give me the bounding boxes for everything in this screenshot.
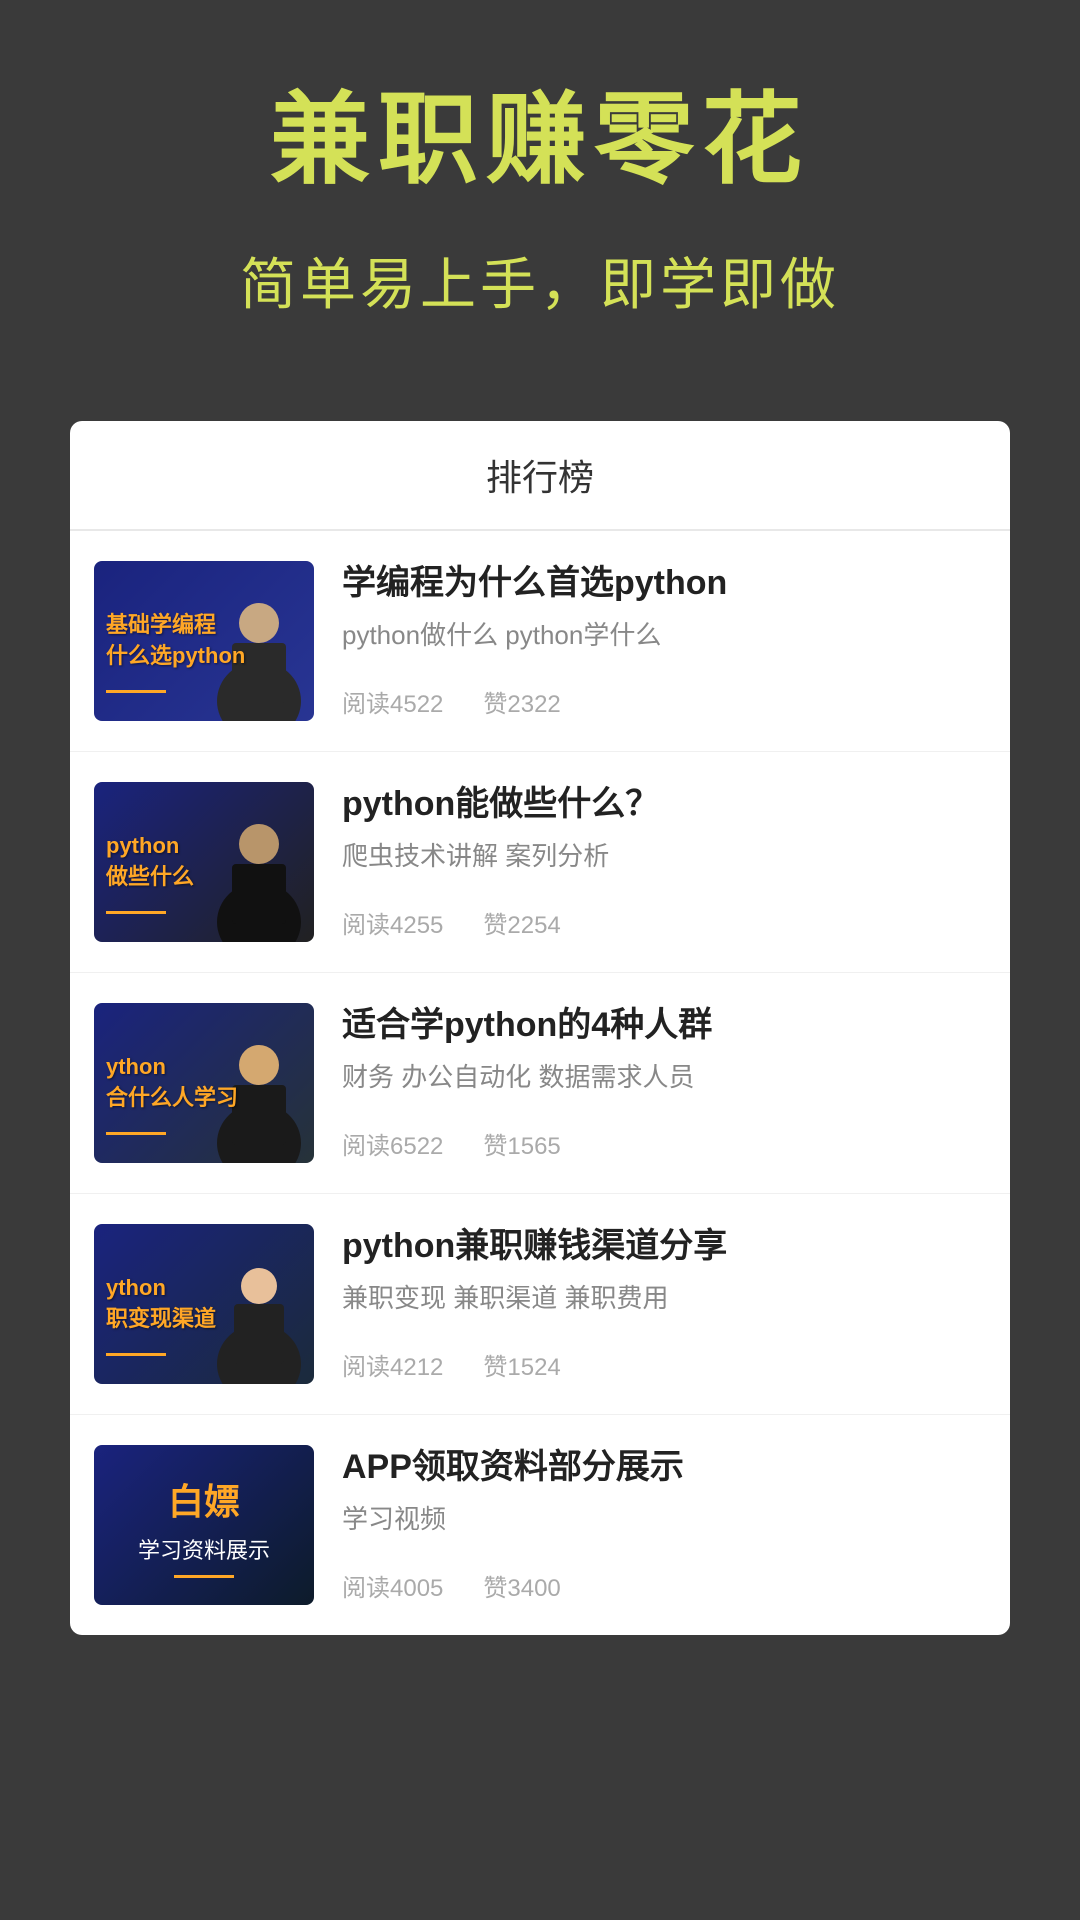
item-content-4: python兼职赚钱渠道分享 兼职变现 兼职渠道 兼职费用 阅读4212 赞15… bbox=[314, 1224, 986, 1382]
thumb-person-4 bbox=[204, 1244, 314, 1384]
thumbnail-1: 基础学编程什么选python bbox=[94, 561, 314, 721]
item-tags-4: 兼职变现 兼职渠道 兼职费用 bbox=[342, 1280, 986, 1316]
thumbnail-5: 白嫖 学习资料展示 bbox=[94, 1445, 314, 1605]
thumb-underline-1 bbox=[106, 690, 166, 693]
item-title-2: python能做些什么？ bbox=[342, 782, 986, 826]
ranking-card: 排行榜 基础学编程什么选python 学编程为什么首选python python… bbox=[70, 421, 1010, 1635]
thumb-5-content: 白嫖 学习资料展示 bbox=[138, 1473, 270, 1578]
thumb-5-underline bbox=[174, 1575, 234, 1578]
likes-5: 赞3400 bbox=[483, 1568, 560, 1603]
reads-1: 阅读4522 bbox=[342, 684, 443, 719]
thumb-text-4: ython职变现渠道 bbox=[106, 1273, 216, 1335]
item-content-1: 学编程为什么首选python python做什么 python学什么 阅读452… bbox=[314, 561, 986, 719]
thumb-text-3: ython合什么人学习 bbox=[106, 1052, 238, 1114]
likes-1: 赞2322 bbox=[483, 684, 560, 719]
item-stats-3: 阅读6522 赞1565 bbox=[342, 1126, 986, 1161]
reads-2: 阅读4255 bbox=[342, 905, 443, 940]
thumb-text-1: 基础学编程什么选python bbox=[106, 610, 245, 672]
item-content-3: 适合学python的4种人群 财务 办公自动化 数据需求人员 阅读6522 赞1… bbox=[314, 1003, 986, 1161]
item-content-5: APP领取资料部分展示 学习视频 阅读4005 赞3400 bbox=[314, 1445, 986, 1603]
list-item[interactable]: ython职变现渠道 python兼职赚钱渠道分享 兼职变现 兼职渠道 兼职费用… bbox=[70, 1194, 1010, 1415]
likes-2: 赞2254 bbox=[483, 905, 560, 940]
item-tags-1: python做什么 python学什么 bbox=[342, 617, 986, 653]
list-item[interactable]: ython合什么人学习 适合学python的4种人群 财务 办公自动化 数据需求… bbox=[70, 973, 1010, 1194]
sub-title: 简单易上手，即学即做 bbox=[240, 240, 840, 321]
list-item[interactable]: python做些什么 python能做些什么？ 爬虫技术讲解 案列分析 阅读42… bbox=[70, 752, 1010, 973]
reads-5: 阅读4005 bbox=[342, 1568, 443, 1603]
item-tags-5: 学习视频 bbox=[342, 1501, 986, 1537]
thumb-5-title: 白嫖 bbox=[168, 1473, 240, 1525]
main-title: 兼职赚零花 bbox=[270, 80, 810, 200]
thumb-text-2: python做些什么 bbox=[106, 831, 194, 893]
thumb-underline-2 bbox=[106, 911, 166, 914]
thumbnail-2: python做些什么 bbox=[94, 782, 314, 942]
list-item[interactable]: 基础学编程什么选python 学编程为什么首选python python做什么 … bbox=[70, 531, 1010, 752]
item-stats-5: 阅读4005 赞3400 bbox=[342, 1568, 986, 1603]
ranking-header: 排行榜 bbox=[70, 421, 1010, 531]
thumbnail-4: ython职变现渠道 bbox=[94, 1224, 314, 1384]
thumb-underline-4 bbox=[106, 1353, 166, 1356]
likes-4: 赞1524 bbox=[483, 1347, 560, 1382]
ranking-header-text: 排行榜 bbox=[486, 457, 594, 498]
item-stats-2: 阅读4255 赞2254 bbox=[342, 905, 986, 940]
likes-3: 赞1565 bbox=[483, 1126, 560, 1161]
list-item[interactable]: 白嫖 学习资料展示 APP领取资料部分展示 学习视频 阅读4005 赞3400 bbox=[70, 1415, 1010, 1635]
reads-4: 阅读4212 bbox=[342, 1347, 443, 1382]
item-stats-1: 阅读4522 赞2322 bbox=[342, 684, 986, 719]
thumb-person-2 bbox=[204, 802, 314, 942]
item-title-1: 学编程为什么首选python bbox=[342, 561, 986, 605]
thumb-underline-3 bbox=[106, 1132, 166, 1135]
header-section: 兼职赚零花 简单易上手，即学即做 bbox=[0, 0, 1080, 421]
thumbnail-3: ython合什么人学习 bbox=[94, 1003, 314, 1163]
item-title-5: APP领取资料部分展示 bbox=[342, 1445, 986, 1489]
item-title-4: python兼职赚钱渠道分享 bbox=[342, 1224, 986, 1268]
item-tags-3: 财务 办公自动化 数据需求人员 bbox=[342, 1059, 986, 1095]
item-title-3: 适合学python的4种人群 bbox=[342, 1003, 986, 1047]
item-stats-4: 阅读4212 赞1524 bbox=[342, 1347, 986, 1382]
reads-3: 阅读6522 bbox=[342, 1126, 443, 1161]
item-tags-2: 爬虫技术讲解 案列分析 bbox=[342, 838, 986, 874]
item-content-2: python能做些什么？ 爬虫技术讲解 案列分析 阅读4255 赞2254 bbox=[314, 782, 986, 940]
thumb-5-subtitle: 学习资料展示 bbox=[138, 1533, 270, 1565]
